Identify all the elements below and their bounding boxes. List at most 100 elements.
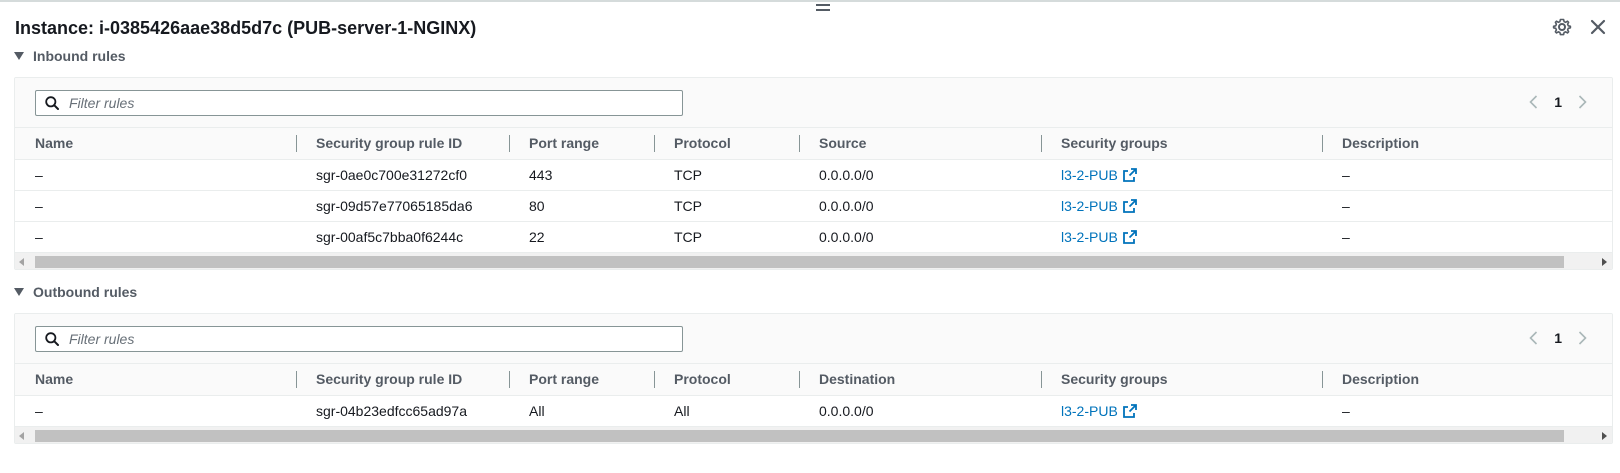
column-header-label: Name (35, 135, 74, 152)
cell-text: TCP (674, 166, 702, 183)
cell-port-range: 22 (509, 221, 654, 252)
column-header-security-group[interactable]: Security groups (1041, 128, 1322, 160)
cell-rule-id: sgr-00af5c7bba0f6244c (296, 221, 509, 252)
column-header-rule-id[interactable]: Security group rule ID (296, 364, 509, 396)
security-group-link[interactable]: l3-2-PUB (1061, 167, 1137, 183)
inbound-filter-field[interactable] (35, 90, 683, 116)
outbound-filter-field[interactable] (35, 326, 683, 352)
column-resizer[interactable] (296, 135, 297, 152)
column-header-port-range[interactable]: Port range (509, 364, 654, 396)
cell-text: sgr-09d57e77065185da6 (316, 197, 473, 214)
cell-text: – (35, 228, 43, 245)
panel-content[interactable]: Inbound rules 1 NameSecurity grou (0, 50, 1620, 473)
column-header-source[interactable]: Destination (799, 364, 1041, 396)
column-header-description[interactable]: Description (1322, 364, 1612, 396)
cell-rule-id: sgr-04b23edfcc65ad97a (296, 395, 509, 426)
cell-source: 0.0.0.0/0 (799, 221, 1041, 252)
cell-protocol: All (654, 395, 799, 426)
scrollbar-thumb[interactable] (35, 430, 1564, 442)
outbound-rules-table: Name Security group rule ID Port range Prot… (15, 364, 1612, 426)
table-row[interactable]: – sgr-0ae0c700e31272cf0 443 TCP 0.0.0.0/0 l3-… (15, 159, 1612, 191)
cell-text: 22 (529, 228, 545, 245)
inbound-pagination: 1 (1526, 94, 1590, 110)
column-header-security-group[interactable]: Security groups (1041, 364, 1322, 396)
outbound-rules-toggle[interactable]: Outbound rules (14, 282, 137, 302)
security-group-link[interactable]: l3-2-PUB (1061, 403, 1137, 419)
column-resizer[interactable] (1322, 135, 1323, 152)
column-resizer[interactable] (654, 135, 655, 152)
column-resizer[interactable] (296, 371, 297, 388)
cell-description: – (1322, 395, 1612, 426)
cell-text: – (35, 402, 43, 419)
column-header-label: Port range (529, 371, 600, 388)
caret-down-icon (14, 288, 24, 296)
security-group-link-label: l3-2-PUB (1061, 166, 1118, 183)
column-header-label: Protocol (674, 135, 731, 152)
column-header-protocol[interactable]: Protocol (654, 364, 799, 396)
column-resizer[interactable] (1322, 371, 1323, 388)
column-resizer[interactable] (509, 371, 510, 388)
outbound-toolbar: 1 (15, 314, 1612, 364)
table-row[interactable]: – sgr-00af5c7bba0f6244c 22 TCP 0.0.0.0/0 l3-2… (15, 221, 1612, 252)
chevron-left-icon[interactable] (1526, 330, 1542, 346)
column-resizer[interactable] (799, 371, 800, 388)
cell-port-range: All (509, 395, 654, 426)
close-icon[interactable] (1588, 17, 1608, 37)
column-header-protocol[interactable]: Protocol (654, 128, 799, 160)
column-resizer[interactable] (1041, 371, 1042, 388)
cell-text: – (1342, 228, 1350, 245)
chevron-left-icon[interactable] (1526, 94, 1542, 110)
column-header-port-range[interactable]: Port range (509, 128, 654, 160)
inbound-rules-toggle[interactable]: Inbound rules (14, 50, 126, 66)
cell-port-range: 80 (509, 190, 654, 222)
scroll-left-arrow-icon[interactable] (19, 258, 24, 266)
inbound-page-number[interactable]: 1 (1554, 94, 1562, 110)
outbound-horizontal-scrollbar[interactable] (15, 426, 1612, 443)
cell-security-group: l3-2-PUB (1041, 190, 1322, 222)
search-icon (45, 96, 59, 110)
outbound-page-number[interactable]: 1 (1554, 330, 1562, 346)
cell-protocol: TCP (654, 190, 799, 222)
cell-text: TCP (674, 228, 702, 245)
scrollbar-thumb[interactable] (35, 256, 1564, 268)
scroll-right-arrow-icon[interactable] (1602, 432, 1607, 440)
column-resizer[interactable] (509, 135, 510, 152)
cell-text: sgr-00af5c7bba0f6244c (316, 228, 464, 245)
column-header-description[interactable]: Description (1322, 128, 1612, 160)
scroll-left-arrow-icon[interactable] (19, 432, 24, 440)
column-header-label: Security groups (1061, 135, 1168, 152)
cell-text: – (35, 197, 43, 214)
column-header-name[interactable]: Name (15, 128, 296, 160)
chevron-right-icon[interactable] (1574, 330, 1590, 346)
cell-security-group: l3-2-PUB (1041, 221, 1322, 252)
cell-text: 0.0.0.0/0 (819, 402, 874, 419)
inbound-rules-table-container: 1 Name Security group rule ID Port range Pr… (14, 77, 1613, 270)
column-resizer[interactable] (799, 135, 800, 152)
chevron-right-icon[interactable] (1574, 94, 1590, 110)
security-group-link[interactable]: l3-2-PUB (1061, 198, 1137, 214)
table-header-row: Name Security group rule ID Port range Prot… (15, 364, 1612, 396)
scroll-right-arrow-icon[interactable] (1602, 258, 1607, 266)
column-resizer[interactable] (654, 371, 655, 388)
cell-description: – (1322, 221, 1612, 252)
table-header-row: Name Security group rule ID Port range Prot… (15, 128, 1612, 160)
column-header-label: Description (1342, 135, 1420, 152)
table-row[interactable]: – sgr-09d57e77065185da6 80 TCP 0.0.0.0/0 l3-2… (15, 190, 1612, 222)
cell-text: 443 (529, 166, 553, 183)
inbound-filter-input[interactable] (69, 95, 629, 111)
column-header-source[interactable]: Source (799, 128, 1041, 160)
column-header-rule-id[interactable]: Security group rule ID (296, 128, 509, 160)
cell-text: 0.0.0.0/0 (819, 166, 874, 183)
cell-name: – (15, 159, 296, 191)
column-header-name[interactable]: Name (15, 364, 296, 396)
gear-icon[interactable] (1552, 17, 1572, 37)
inbound-horizontal-scrollbar[interactable] (15, 252, 1612, 269)
cell-text: 0.0.0.0/0 (819, 228, 874, 245)
outbound-filter-input[interactable] (69, 331, 629, 347)
cell-text: All (529, 402, 545, 419)
column-header-label: Port range (529, 135, 600, 152)
cell-text: sgr-0ae0c700e31272cf0 (316, 166, 468, 183)
table-row[interactable]: – sgr-04b23edfcc65ad97a All All 0.0.0.0/0 l3-… (15, 395, 1612, 426)
column-resizer[interactable] (1041, 135, 1042, 152)
security-group-link[interactable]: l3-2-PUB (1061, 229, 1137, 245)
